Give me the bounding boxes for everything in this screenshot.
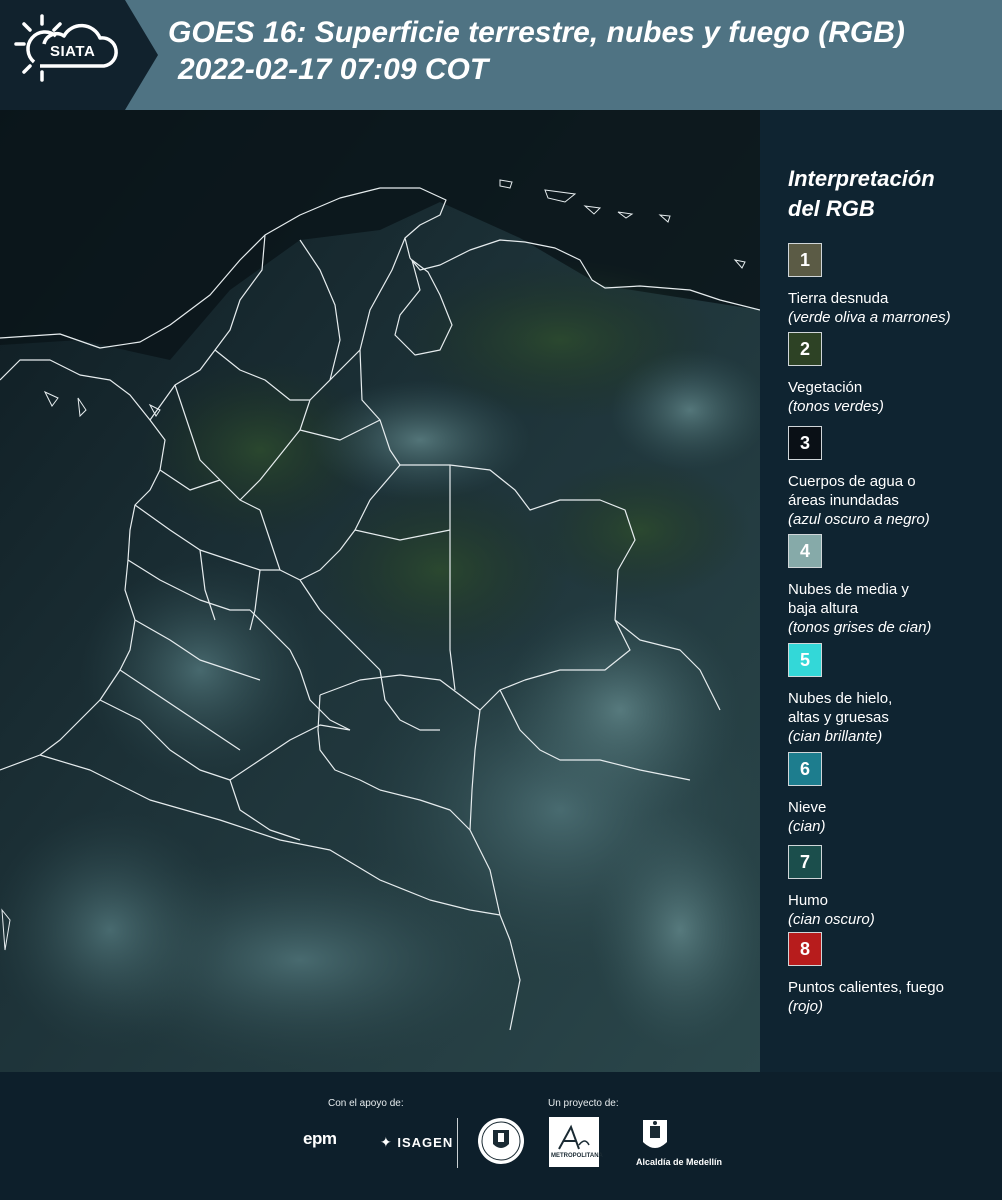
legend-label-line: altas y gruesas xyxy=(788,709,889,726)
legend-label: Nubes de hielo, altas y gruesas (cian bril… xyxy=(788,689,998,746)
legend-description: (azul oscuro a negro) xyxy=(788,511,930,528)
legend-description: (tonos verdes) xyxy=(788,398,884,415)
legend-label-line: Nubes de media y xyxy=(788,581,909,598)
legend-swatch: 6 xyxy=(788,752,822,786)
legend-title: Interpretación del RGB xyxy=(788,164,988,224)
legend-title-line-1: Interpretación xyxy=(788,166,935,191)
legend-label-line: baja altura xyxy=(788,600,859,617)
siata-logo: SIATA xyxy=(0,0,158,110)
support-label: Con el apoyo de: xyxy=(328,1098,404,1109)
legend-label: Nieve (cian) xyxy=(788,798,998,836)
legend-description: (cian oscuro) xyxy=(788,911,875,928)
legend-swatch: 2 xyxy=(788,332,822,366)
legend-label-line: Nubes de hielo, xyxy=(788,690,893,707)
epm-logo: epm xyxy=(303,1129,337,1148)
legend-label-line: Humo xyxy=(788,892,829,909)
legend-panel: Interpretación del RGB 1 Tierra desnuda (v… xyxy=(760,110,1002,1072)
isagen-logo-text: ISAGEN xyxy=(397,1135,454,1150)
legend-item: 8 Puntos calientes, fuego (rojo) xyxy=(788,932,998,1016)
legend-label-line: Cuerpos de agua o xyxy=(788,473,916,490)
legend-swatch: 8 xyxy=(788,932,822,966)
legend-item: 1 Tierra desnuda (verde oliva a marrones) xyxy=(788,243,998,327)
legend-label: Cuerpos de agua o áreas inundadas (azul os… xyxy=(788,472,998,529)
legend-item: 7 Humo (cian oscuro) xyxy=(788,845,998,929)
siata-logo-text: SIATA xyxy=(50,43,96,60)
area-metropolitana-text: METROPOLITANA xyxy=(551,1153,603,1159)
legend-description: (cian) xyxy=(788,818,826,835)
legend-label: Vegetación (tonos verdes) xyxy=(788,378,998,416)
legend-description: (tonos grises de cian) xyxy=(788,619,932,636)
footer: Con el apoyo de: Un proyecto de: epm ✦ I… xyxy=(0,1072,1002,1200)
header-bar: SIATA GOES 16: Superficie terrestre, nub… xyxy=(0,0,1002,110)
university-seal-logo xyxy=(476,1116,526,1171)
legend-item: 4 Nubes de media y baja altura (tonos grise… xyxy=(788,534,998,637)
legend-item: 2 Vegetación (tonos verdes) xyxy=(788,332,998,416)
isagen-logo: ✦ ISAGEN xyxy=(380,1134,454,1150)
legend-description: (rojo) xyxy=(788,998,824,1015)
legend-label: Puntos calientes, fuego (rojo) xyxy=(788,978,998,1016)
area-metropolitana-logo: METROPOLITANA xyxy=(549,1117,603,1172)
title-line-1: GOES 16: Superficie terrestre, nubes y f… xyxy=(168,16,905,49)
legend-swatch: 3 xyxy=(788,426,822,460)
legend-label-line: Nieve xyxy=(788,799,827,816)
legend-label: Nubes de media y baja altura (tonos grises… xyxy=(788,580,998,637)
legend-label-line: Tierra desnuda xyxy=(788,290,889,307)
legend-description: (verde oliva a marrones) xyxy=(788,309,951,326)
footer-divider xyxy=(457,1118,458,1168)
legend-label: Humo (cian oscuro) xyxy=(788,891,998,929)
satellite-map xyxy=(0,110,760,1072)
legend-swatch: 4 xyxy=(788,534,822,568)
legend-label-line: áreas inundadas xyxy=(788,492,899,509)
alcaldia-crest-logo xyxy=(640,1116,670,1161)
legend-description: (cian brillante) xyxy=(788,728,883,745)
project-label: Un proyecto de: xyxy=(548,1098,619,1109)
legend-swatch: 5 xyxy=(788,643,822,677)
legend-swatch: 1 xyxy=(788,243,822,277)
legend-label: Tierra desnuda (verde oliva a marrones) xyxy=(788,289,998,327)
legend-swatch: 7 xyxy=(788,845,822,879)
legend-label-line: Puntos calientes, fuego xyxy=(788,979,944,996)
legend-item: 5 Nubes de hielo, altas y gruesas (cian bri… xyxy=(788,643,998,746)
page-title: GOES 16: Superficie terrestre, nubes y f… xyxy=(168,14,998,88)
legend-label-line: Vegetación xyxy=(788,379,863,396)
title-timestamp: 2022-02-17 07:09 COT xyxy=(178,53,489,86)
legend-title-line-2: del RGB xyxy=(788,196,875,221)
legend-item: 3 Cuerpos de agua o áreas inundadas (azul o… xyxy=(788,426,998,529)
legend-item: 6 Nieve (cian) xyxy=(788,752,998,836)
alcaldia-label: Alcaldía de Medellín xyxy=(636,1157,723,1167)
